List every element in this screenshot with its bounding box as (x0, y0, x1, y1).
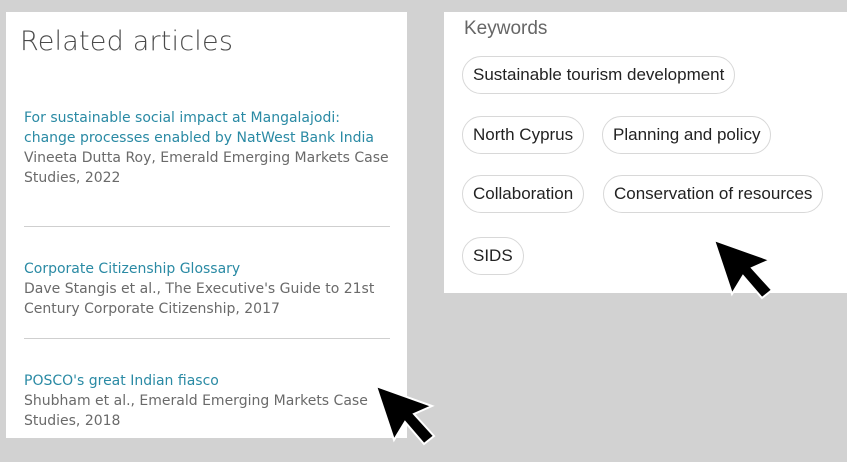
keywords-panel: Keywords Sustainable tourism development… (444, 12, 847, 293)
keyword-tag[interactable]: SIDS (462, 237, 524, 275)
article-item: For sustainable social impact at Mangala… (24, 108, 389, 188)
article-item: Corporate Citizenship Glossary Dave Stan… (24, 259, 389, 319)
keywords-heading: Keywords (464, 18, 548, 39)
article-title-link[interactable]: POSCO's great Indian fiasco (24, 371, 389, 391)
keyword-tag[interactable]: Planning and policy (602, 116, 772, 154)
article-title-link[interactable]: Corporate Citizenship Glossary (24, 259, 389, 279)
article-meta: Shubham et al., Emerald Emerging Markets… (24, 393, 368, 429)
divider (24, 226, 390, 227)
article-title-link[interactable]: For sustainable social impact at Mangala… (24, 108, 389, 148)
keyword-tag[interactable]: North Cyprus (462, 116, 585, 154)
article-meta: Vineeta Dutta Roy, Emerald Emerging Mark… (24, 150, 389, 186)
related-articles-heading: Related articles (20, 26, 234, 57)
keyword-tag[interactable]: Sustainable tourism development (462, 56, 736, 94)
mouse-pointer-icon (712, 238, 774, 300)
keyword-tag[interactable]: Conservation of resources (603, 175, 824, 213)
divider (24, 338, 390, 339)
keyword-tag[interactable]: Collaboration (462, 175, 585, 213)
related-articles-panel: Related articles For sustainable social … (6, 12, 407, 438)
mouse-pointer-icon (374, 384, 436, 446)
article-item: POSCO's great Indian fiasco Shubham et a… (24, 371, 389, 431)
article-meta: Dave Stangis et al., The Executive's Gui… (24, 281, 375, 317)
